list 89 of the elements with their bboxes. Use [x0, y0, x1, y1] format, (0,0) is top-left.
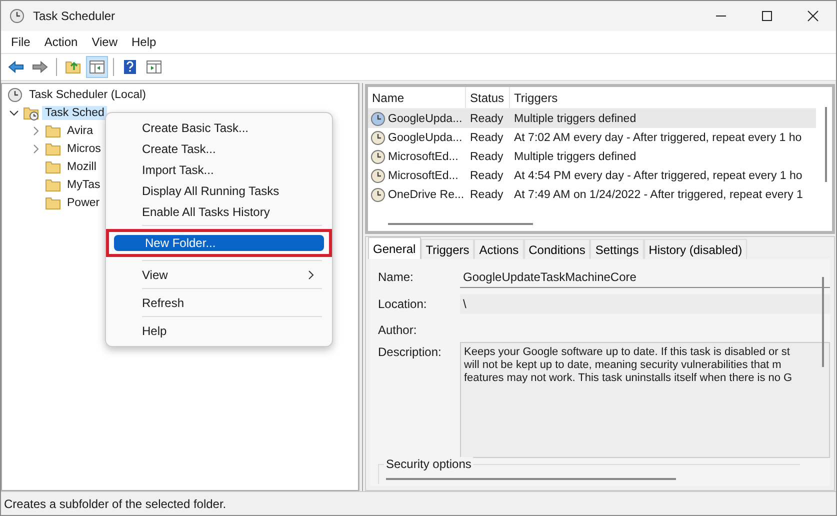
tree-item[interactable]: Task Scheduler (Local)	[26, 88, 149, 102]
table-cell-text: Ready	[469, 132, 504, 144]
tree-item[interactable]: MyTas	[64, 178, 104, 192]
tree-item[interactable]: Mozill	[64, 160, 100, 174]
menu-item[interactable]: View	[84, 35, 124, 49]
clock-icon	[370, 110, 386, 126]
group-title: Security options	[384, 457, 474, 471]
tab[interactable]: Settings	[590, 239, 644, 259]
clock-icon	[9, 8, 25, 24]
scrollbar[interactable]	[388, 223, 533, 225]
status-text: Creates a subfolder of the selected folder.	[4, 496, 226, 510]
table-row[interactable]: MicrosoftEd... Ready At 4:54 PM every day - After triggered, repeat every 1 ho	[368, 166, 816, 185]
collapse-chevron-icon[interactable]	[9, 108, 19, 118]
table-cell: MicrosoftEd...	[388, 170, 458, 182]
column-header[interactable]: Triggers	[510, 87, 816, 108]
table-cell-text: At 7:49 AM on 1/24/2022 - After triggered, repeat every 1	[513, 188, 804, 200]
description-line: features may not work. This task uninstalls itself when there is no G	[464, 372, 794, 385]
menu-item[interactable]: File	[4, 35, 38, 49]
table-cell: GoogleUpda...	[388, 132, 462, 144]
field-label: Author:	[378, 322, 418, 337]
folder-icon	[45, 195, 61, 211]
folder-icon	[45, 141, 61, 157]
help-icon[interactable]	[122, 59, 138, 75]
table-cell-text: Ready	[469, 188, 504, 200]
menu-item[interactable]: View	[111, 264, 327, 285]
clock-icon	[7, 87, 23, 103]
folder-icon	[45, 123, 61, 139]
menu-item[interactable]: New Folder...	[114, 235, 324, 251]
pane-toggle-icon[interactable]	[89, 59, 105, 75]
menu-item[interactable]: Help	[124, 35, 164, 49]
tree-item[interactable]: Task Sched	[42, 106, 108, 120]
column-header[interactable]: Status	[466, 87, 510, 108]
forward-arrow-icon[interactable]	[32, 59, 48, 75]
pane-icon[interactable]	[146, 59, 162, 75]
scrollbar[interactable]	[825, 107, 827, 182]
column-header[interactable]: Name	[368, 87, 466, 108]
folder-icon	[45, 177, 61, 193]
location-field: \	[460, 294, 830, 314]
table-cell-text: Multiple triggers defined	[513, 150, 638, 162]
table-row[interactable]: MicrosoftEd... Ready Multiple triggers defined	[368, 147, 816, 166]
menu-item[interactable]: Import Task...	[111, 159, 327, 180]
tab[interactable]: Actions	[474, 239, 524, 259]
menu-item[interactable]: Create Task...	[111, 138, 327, 159]
close-icon	[807, 10, 819, 22]
clock-icon	[370, 168, 386, 184]
scrollbar[interactable]	[822, 277, 824, 367]
table-row[interactable]: GoogleUpda... Ready Multiple triggers defined	[368, 109, 816, 128]
tab[interactable]: Conditions	[524, 239, 590, 259]
maximize-icon	[761, 10, 773, 22]
description-line: Keeps your Google software up to date. If this task is disabled or st	[464, 346, 791, 359]
table-cell: GoogleUpda...	[388, 112, 462, 124]
menu-item[interactable]: Display All Running Tasks	[111, 180, 327, 201]
tab[interactable]: General	[368, 237, 421, 259]
table-cell-text: Ready	[469, 150, 504, 162]
clock-icon	[370, 186, 386, 202]
tab[interactable]: Triggers	[420, 239, 474, 259]
description-box[interactable]	[460, 342, 830, 458]
table-cell-text: At 7:02 AM every day - After triggered, repeat every 1 ho	[513, 132, 803, 144]
clock-icon	[370, 130, 386, 146]
table-cell-text: Ready	[469, 170, 504, 182]
table-cell: OneDrive Re...	[388, 188, 464, 200]
field-label: Name:	[378, 269, 414, 284]
table-cell-text: At 4:54 PM every day - After triggered, repeat every 1 ho	[513, 170, 804, 182]
menu-item[interactable]: Refresh	[111, 292, 327, 313]
expand-chevron-icon[interactable]	[31, 144, 41, 154]
window-title: Task Scheduler	[33, 9, 116, 23]
table-row[interactable]: OneDrive Re... Ready At 7:49 AM on 1/24/2022 - After triggered, repeat every 1	[368, 185, 816, 204]
tab[interactable]: History (disabled)	[644, 239, 748, 259]
menu-item[interactable]: Help	[111, 320, 327, 341]
folder-icon	[45, 159, 61, 175]
scrollbar[interactable]	[386, 478, 676, 480]
tree-item[interactable]: Avira	[64, 124, 96, 138]
table-cell: MicrosoftEd...	[388, 150, 458, 162]
table-cell-text: Ready	[469, 112, 504, 124]
menu-item[interactable]: Enable All Tasks History	[111, 201, 327, 222]
field-label: Description:	[378, 344, 442, 359]
clock-folder-icon	[23, 105, 39, 121]
table-row[interactable]: GoogleUpda... Ready At 7:02 AM every day - After triggered, repeat every 1 ho	[368, 128, 816, 147]
tree-item[interactable]: Micros	[64, 142, 104, 156]
menu-item[interactable]: Action	[37, 35, 85, 49]
clock-icon	[370, 148, 386, 164]
back-arrow-icon[interactable]	[8, 59, 24, 75]
table-cell-text: Multiple triggers defined	[513, 112, 638, 124]
tree-item[interactable]: Power	[64, 196, 103, 210]
menu-item[interactable]: Create Basic Task...	[111, 117, 327, 138]
expand-chevron-icon[interactable]	[31, 126, 41, 136]
field-label: Location:	[378, 296, 428, 311]
description-line: will not be kept up to date, meaning security vulnerabilities that m	[464, 359, 782, 372]
folder-up-icon[interactable]	[65, 59, 81, 75]
